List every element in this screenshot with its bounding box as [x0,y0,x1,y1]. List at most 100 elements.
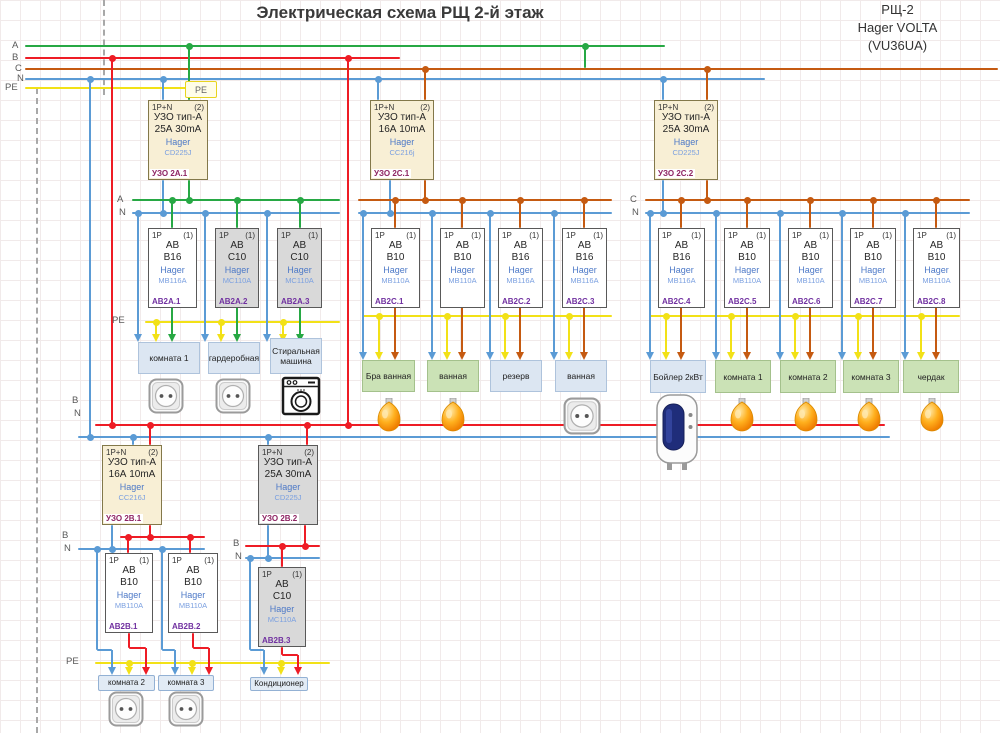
feed-arrowhead [294,667,302,675]
wire-segment [249,558,251,650]
junction-dot [374,75,382,83]
bus-label: A [12,40,19,51]
junction-dot [743,196,751,204]
feed-arrowhead [743,352,751,360]
junction-dot [217,318,225,326]
junction-dot [391,196,399,204]
load-label-box: Бойлер 2кВт [650,360,706,393]
load-label: комната 1 [723,371,763,382]
device-brand: Hager [275,482,301,492]
count-label: (2) [194,103,204,112]
device-type: УЗО тип-А [377,112,427,123]
device-type: УЗО тип-А [107,457,157,468]
device-brand: Hager [180,590,206,600]
device-brand: Hager [572,265,597,275]
device-tag: УЗО 2В.2 [260,514,300,523]
junction-dot [443,312,451,320]
device-type: АВ [866,240,880,251]
wire-segment [424,69,426,100]
junction-dot [659,75,667,83]
device-header: 1P (1) [169,554,217,565]
feed-arrowhead [359,352,367,360]
wire-segment [706,69,708,100]
feed-arrowhead [443,352,451,360]
count-label: (1) [471,231,481,240]
device-model: MB116A [667,276,696,285]
load-label: Бра ванная [365,371,412,381]
feed-arrowhead [486,352,494,360]
feed-arrowhead [142,667,150,675]
feed-arrow [568,316,570,353]
device-tag: АВ2А.1 [152,297,181,306]
feed-arrowhead [501,352,509,360]
breaker-block: 1P (1) АВ B10 Hager MB110A АВ2В.2 [168,553,218,633]
pole-label: 1P [728,231,738,240]
wire-segment [162,180,164,213]
feed-arrow [794,316,796,353]
device-type: АВ [275,579,289,590]
count-label: (2) [304,448,314,457]
junction-dot [278,542,286,550]
load-label-box: ванная [427,360,479,392]
load-label: комната 2 [108,678,145,687]
breaker-block: 1P (1) АВ B10 Hager MB110A АВ2В.1 [105,553,153,633]
load-label-box: ванная [555,360,607,392]
bus-label: N [632,207,639,218]
load-label-box: комната 2 [780,360,836,393]
device-rating: 25А 30mA [264,469,312,480]
device-type: УЗО тип-А [263,457,313,468]
count-label: (1) [204,556,214,565]
feed-arrow [730,316,732,353]
device-model: MB110A [114,601,144,610]
bulb-icon [793,397,819,434]
junction-dot [146,421,154,429]
device-type: АВ [455,240,470,251]
device-type: АВ [292,240,307,251]
wire-segment [662,180,664,213]
feed-arrow [857,316,859,353]
load-label-box: Кондиционер [250,677,308,691]
feed-arrow [362,213,364,353]
junction-dot [124,533,132,541]
rcd-block: 1P+N (2) УЗО тип-А 16А 10mA Hager CC216j УЗО 2… [370,100,434,180]
pole-label: 1P [109,556,119,565]
feed-arrowhead [580,352,588,360]
junction-dot [129,433,137,441]
wire-segment [95,424,885,426]
junction-dot [263,209,271,217]
feed-arrowhead [125,667,133,675]
device-type: АВ [122,565,136,576]
junction-dot [86,75,94,83]
wire-segment [650,315,960,317]
device-header: 1P (1) [725,229,769,240]
device-model: MB110A [448,276,477,285]
socket-icon [563,397,601,435]
device-rating: B10 [738,252,756,263]
junction-dot [159,209,167,217]
junction-dot [246,554,254,562]
wire-segment [193,647,209,649]
device-header: 1P+N (2) [149,101,207,112]
feed-arrow [489,213,491,353]
device-rating: C10 [290,252,309,263]
breaker-block: 1P (1) АВ B10 Hager MB110A АВ2С.1 [371,228,420,308]
load-label: гардеробная [208,353,260,363]
feed-arrow [665,316,667,353]
device-model: CC216j [389,148,415,157]
feed-arrow [431,213,433,353]
junction-dot [838,209,846,217]
feed-arrowhead [806,352,814,360]
device-rating: B16 [672,252,691,263]
junction-dot [152,318,160,326]
feed-arrowhead [646,352,654,360]
load-label: комната 3 [167,678,205,687]
page-title: Электрическая схема РЩ 2-й этаж [256,3,544,22]
device-model: MB110A [858,276,888,285]
wire-segment [809,200,811,228]
load-label-box: комната 2 [98,675,155,691]
wire-segment [128,633,130,648]
rcd-block: 1P+N (2) УЗО тип-А 25А 30mA Hager CD225J УЗО 2… [258,445,318,525]
wire-segment [25,45,665,47]
device-model: MC110A [222,276,252,285]
wire-segment [97,649,112,651]
